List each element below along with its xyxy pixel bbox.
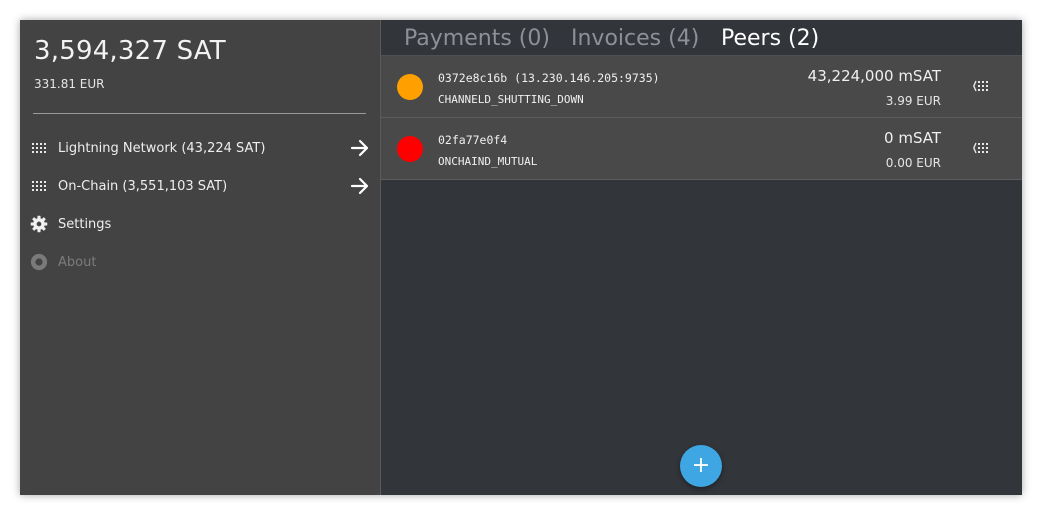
peer-row[interactable]: 02fa77e0f4 ONCHAIND_MUTUAL 0 mSAT 0.00 E…: [381, 118, 1022, 180]
peer-amount: 0 mSAT: [884, 129, 941, 147]
app-window: 3,594,327 SAT 331.81 EUR Lightning Netwo…: [20, 20, 1022, 495]
tab-peers[interactable]: Peers (2): [721, 25, 820, 58]
close-channel-icon[interactable]: [973, 140, 991, 158]
peer-amount: 43,224,000 mSAT: [807, 67, 941, 85]
sidebar-item-label: Lightning Network (43,224 SAT): [58, 140, 266, 156]
close-channel-icon[interactable]: [973, 78, 991, 96]
total-balance-fiat: 331.81 EUR: [34, 77, 105, 91]
onchain-grid-icon: [30, 177, 48, 195]
peer-fiat: 3.99 EUR: [885, 94, 941, 108]
info-circle-icon: [30, 253, 48, 271]
sidebar-item-label: About: [58, 254, 97, 270]
peer-row[interactable]: 0372e8c16b (13.230.146.205:9735) CHANNEL…: [381, 56, 1022, 118]
sidebar-item-lightning-network[interactable]: Lightning Network (43,224 SAT): [20, 133, 380, 163]
arrow-right-icon[interactable]: [350, 177, 370, 195]
lightning-grid-icon: [30, 139, 48, 157]
sidebar: 3,594,327 SAT 331.81 EUR Lightning Netwo…: [20, 20, 381, 495]
gear-icon: [30, 215, 48, 233]
peer-state: CHANNELD_SHUTTING_DOWN: [438, 93, 584, 106]
sidebar-divider: [33, 113, 366, 114]
arrow-right-icon[interactable]: [350, 139, 370, 157]
sidebar-item-label: On-Chain (3,551,103 SAT): [58, 178, 228, 194]
status-indicator: [397, 136, 423, 162]
tab-invoices[interactable]: Invoices (4): [571, 25, 699, 53]
peer-id: 02fa77e0f4: [438, 133, 508, 147]
peer-id: 0372e8c16b (13.230.146.205:9735): [438, 71, 660, 85]
peer-fiat: 0.00 EUR: [885, 156, 941, 170]
sidebar-item-settings[interactable]: Settings: [20, 209, 380, 239]
status-indicator: [397, 74, 423, 100]
sidebar-item-label: Settings: [58, 216, 112, 232]
tab-payments[interactable]: Payments (0): [404, 25, 550, 53]
main-panel: Payments (0) Invoices (4) Peers (2) 0372…: [381, 20, 1022, 495]
sidebar-item-about[interactable]: About: [20, 247, 380, 277]
total-balance: 3,594,327 SAT: [34, 36, 226, 66]
peer-state: ONCHAIND_MUTUAL: [438, 155, 538, 168]
sidebar-item-on-chain[interactable]: On-Chain (3,551,103 SAT): [20, 171, 380, 201]
add-peer-button[interactable]: +: [680, 445, 722, 487]
tab-bar: Payments (0) Invoices (4) Peers (2): [381, 20, 1022, 58]
